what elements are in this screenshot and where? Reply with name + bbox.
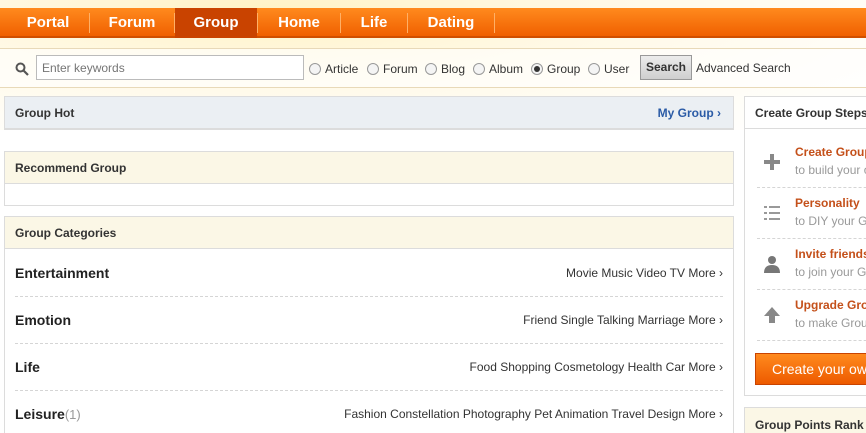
nav-life[interactable]: Life [341, 8, 407, 38]
radio-button[interactable] [531, 63, 543, 75]
radio-label: Album [489, 62, 524, 76]
panel-title: Group Points Rank [755, 418, 864, 432]
arrow-up-icon [764, 307, 780, 323]
group-hot-panel: Group Hot My Group › [4, 96, 734, 130]
category-row: Entertainment Movie Music Video TV More … [15, 250, 723, 297]
search-button[interactable]: Search [640, 55, 692, 80]
nav-home[interactable]: Home [258, 8, 340, 38]
panel-title: Group Categories [15, 226, 117, 240]
user-icon [764, 256, 780, 273]
radio-button[interactable] [473, 63, 485, 75]
panel-title: Recommend Group [15, 161, 127, 175]
radio-button[interactable] [309, 63, 321, 75]
group-points-rank-panel: Group Points Rank [744, 407, 866, 433]
radio-label: Forum [383, 62, 418, 76]
radio-forum[interactable]: Forum [367, 60, 418, 78]
plus-icon [764, 154, 780, 170]
radio-article[interactable]: Article [309, 60, 358, 78]
main-nav: Portal Forum Group Home Life Dating [0, 8, 866, 38]
radio-blog[interactable]: Blog [425, 60, 465, 78]
radio-label: User [604, 62, 630, 76]
radio-label: Group [547, 62, 581, 76]
radio-album[interactable]: Album [473, 60, 523, 78]
category-links[interactable]: Fashion Constellation Photography Pet An… [344, 407, 723, 421]
step-title[interactable]: Upgrade Group [795, 298, 866, 312]
step-desc: to build your own [795, 163, 866, 177]
radio-user[interactable]: User [588, 60, 629, 78]
step-title[interactable]: Create Group [795, 145, 866, 159]
nav-forum[interactable]: Forum [90, 8, 174, 38]
nav-divider [494, 13, 495, 33]
category-label[interactable]: Leisure [15, 406, 65, 422]
category-row: Emotion Friend Single Talking Marriage M… [15, 297, 723, 344]
panel-title: Group Hot [15, 106, 75, 120]
list-icon [764, 206, 780, 220]
recommend-group-panel: Recommend Group [4, 151, 734, 206]
panel-header: Group Categories [5, 217, 733, 249]
search-icon [15, 62, 29, 76]
category-name[interactable]: Entertainment [15, 265, 109, 281]
step-desc: to make Group [795, 316, 866, 330]
category-row: Leisure(1) Fashion Constellation Photogr… [15, 391, 723, 433]
radio-button[interactable] [425, 63, 437, 75]
category-name[interactable]: Leisure(1) [15, 406, 81, 422]
category-links[interactable]: Food Shopping Cosmetology Health Car Mor… [470, 360, 723, 374]
step-desc: to DIY your Group [795, 214, 866, 228]
category-row: Life Food Shopping Cosmetology Health Ca… [15, 344, 723, 391]
step-upgrade: Upgrade Group to make Group [757, 290, 866, 341]
category-links[interactable]: Movie Music Video TV More › [566, 266, 723, 280]
panel-header: Recommend Group [5, 152, 733, 184]
category-name[interactable]: Life [15, 359, 40, 375]
category-name[interactable]: Emotion [15, 312, 71, 328]
nav-portal[interactable]: Portal [8, 8, 88, 38]
advanced-search-link[interactable]: Advanced Search [696, 61, 791, 75]
radio-label: Article [325, 62, 359, 76]
step-invite: Invite friends to join your Group [757, 239, 866, 290]
nav-group[interactable]: Group [175, 8, 257, 38]
group-categories-panel: Group Categories Entertainment Movie Mus… [4, 216, 734, 433]
step-personality: Personality to DIY your Group [757, 188, 866, 239]
create-group-button[interactable]: Create your own [755, 353, 866, 385]
panel-header: Create Group Steps [745, 97, 866, 129]
panel-title: Create Group Steps [755, 106, 866, 120]
my-group-link[interactable]: My Group › [658, 97, 721, 129]
category-links[interactable]: Friend Single Talking Marriage More › [523, 313, 723, 327]
radio-label: Blog [441, 62, 466, 76]
category-count: (1) [64, 407, 81, 422]
step-title[interactable]: Personality [795, 196, 860, 210]
nav-dating[interactable]: Dating [408, 8, 494, 38]
panel-header: Group Hot My Group › [5, 97, 733, 129]
step-desc: to join your Group [795, 265, 866, 279]
radio-group[interactable]: Group [531, 60, 580, 78]
radio-button[interactable] [367, 63, 379, 75]
search-input[interactable] [36, 55, 304, 80]
radio-button[interactable] [588, 63, 600, 75]
step-create: Create Group to build your own [757, 137, 866, 188]
step-title[interactable]: Invite friends [795, 247, 866, 261]
create-group-steps-panel: Create Group Steps Create Group to build… [744, 96, 866, 396]
